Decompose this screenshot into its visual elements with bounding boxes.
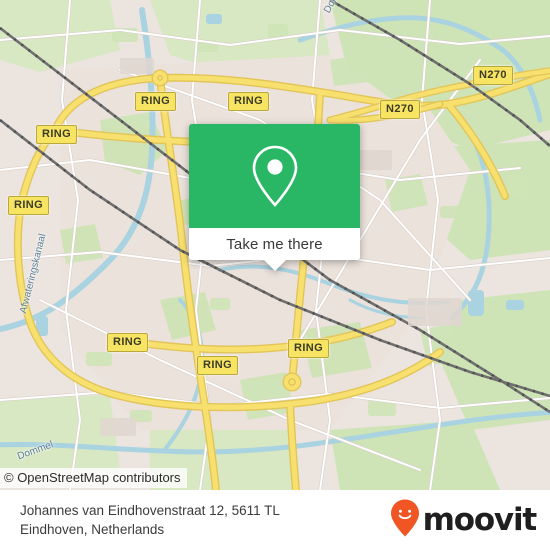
map-screenshot: RING RING RING RING RING RING RING N270 … (0, 0, 550, 550)
road-shield-ring-3: RING (228, 92, 270, 111)
take-me-there-label: Take me there (226, 235, 323, 253)
road-shield-ring-6: RING (197, 356, 239, 375)
footer-bar: Johannes van Eindhovenstraat 12, 5611 TL… (0, 490, 550, 550)
address-text: Johannes van Eindhovenstraat 12, 5611 TL… (20, 501, 280, 539)
road-shield-n270-1: N270 (473, 66, 513, 85)
road-shield-ring-7: RING (288, 339, 330, 358)
road-shield-ring-4: RING (8, 196, 50, 215)
osm-attribution[interactable]: © OpenStreetMap contributors (0, 468, 187, 488)
map-canvas[interactable]: RING RING RING RING RING RING RING N270 … (0, 0, 550, 490)
popup-header (189, 124, 360, 228)
map-pin-icon (248, 143, 302, 209)
map-marker-popup[interactable]: Take me there (189, 124, 360, 271)
popup-action-row[interactable]: Take me there (189, 228, 360, 260)
moovit-smiley-pin-icon (390, 499, 420, 542)
road-shield-ring-2: RING (135, 92, 177, 111)
road-shield-ring-5: RING (107, 333, 149, 352)
moovit-brand[interactable]: moovit (390, 499, 538, 542)
address-line-1: Johannes van Eindhovenstraat 12, 5611 TL (20, 503, 280, 518)
popup-body: Take me there (189, 124, 360, 260)
popup-pointer (263, 260, 286, 271)
moovit-wordmark: moovit (422, 501, 538, 538)
road-shield-ring-1: RING (36, 125, 78, 144)
road-shield-n270-2: N270 (380, 100, 420, 119)
address-line-2: Eindhoven, Netherlands (20, 522, 165, 537)
